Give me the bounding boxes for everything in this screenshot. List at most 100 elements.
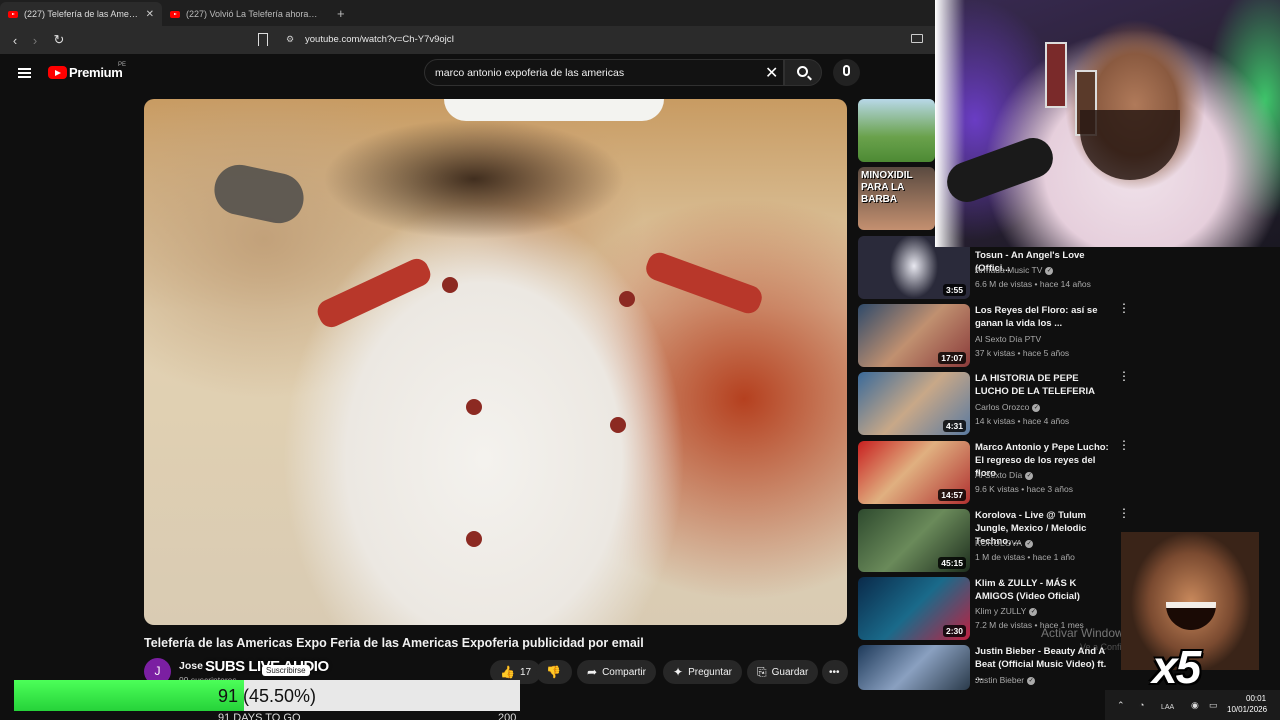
- more-icon[interactable]: ⋮: [1118, 302, 1130, 314]
- back-icon[interactable]: ‹: [5, 33, 25, 48]
- thumbnail-caption: MINOXIDIL PARA LA BARBA: [861, 170, 913, 205]
- logo-text[interactable]: Premium: [69, 65, 123, 80]
- recommendation-channel[interactable]: Al Sexto Día PTV: [975, 334, 1041, 344]
- clear-search-icon[interactable]: ✕: [765, 63, 778, 83]
- thumbs-up-icon: 👍: [500, 665, 515, 679]
- video-title: Telefería de las Americas Expo Feria de …: [144, 636, 644, 650]
- recommendation-meta: 6.6 M de vistas • hace 14 años: [975, 279, 1091, 289]
- forward-icon[interactable]: ›: [25, 33, 45, 48]
- tab-inactive[interactable]: (227) Volvió La Telefería ahora en HD: [162, 2, 327, 26]
- browser-tabbar: (227) Telefería de las Americas ✕ (227) …: [0, 0, 935, 26]
- video-thumbnail[interactable]: 14:57: [858, 441, 970, 504]
- recommendation-meta: 37 k vistas • hace 5 años: [975, 348, 1070, 358]
- duration-badge: 3:55: [942, 284, 966, 296]
- voice-search-button[interactable]: [833, 59, 860, 86]
- video-thumbnail[interactable]: [858, 99, 935, 162]
- video-player[interactable]: [144, 99, 847, 625]
- new-tab-button[interactable]: +: [327, 6, 355, 21]
- channel-label: Justin Bieber: [975, 675, 1025, 685]
- coat-button: [442, 277, 458, 293]
- reload-icon[interactable]: ↻: [49, 32, 69, 48]
- youtube-favicon-icon: [170, 10, 180, 18]
- subscribe-tag: Suscribirse: [262, 665, 310, 676]
- recommendation-channel[interactable]: Justin Bieber ✓: [975, 675, 1036, 685]
- video-thumbnail[interactable]: [858, 645, 970, 690]
- video-thumbnail[interactable]: 2:30: [858, 577, 970, 640]
- more-icon[interactable]: ⋮: [1118, 370, 1130, 382]
- webcam-overlay: [935, 0, 1280, 247]
- video-thumbnail[interactable]: 4:31: [858, 372, 970, 435]
- channel-label: KOROLOVA: [975, 538, 1023, 548]
- ask-button[interactable]: ✦ Preguntar: [663, 660, 742, 684]
- logo-region: PE: [118, 62, 127, 68]
- close-icon[interactable]: ✕: [146, 9, 154, 20]
- share-icon: ➦: [587, 665, 598, 679]
- battery-icon[interactable]: ▭: [1209, 700, 1218, 711]
- search-value: marco antonio expoferia de las americas: [435, 67, 625, 79]
- verified-icon: ✓: [1032, 403, 1041, 412]
- more-icon[interactable]: ⋮: [1118, 439, 1130, 451]
- more-actions-button[interactable]: •••: [822, 660, 848, 684]
- coat-button: [466, 399, 482, 415]
- share-button[interactable]: ➦ Compartir: [577, 660, 656, 684]
- youtube-header: Premium PE marco antonio expoferia de la…: [0, 54, 935, 92]
- clock-date[interactable]: 10/01/2026: [1227, 705, 1267, 714]
- bookmark-icon[interactable]: [258, 33, 268, 46]
- streamer-beard: [1080, 110, 1180, 180]
- volume-icon[interactable]: ◉: [1191, 700, 1199, 711]
- tab-title: (227) Volvió La Telefería ahora en HD: [186, 9, 319, 19]
- chef-collar-left: [313, 254, 435, 332]
- like-count: 17: [519, 666, 532, 678]
- dislike-button[interactable]: 👎: [536, 660, 572, 684]
- windows-activation-watermark: Activar Windows: [1041, 626, 1130, 640]
- recommendation-channel[interactable]: Carlos Orozco ✓: [975, 402, 1041, 412]
- recommendation-title[interactable]: LA HISTORIA DE PEPE LUCHO DE LA TELEFERI…: [975, 372, 1115, 398]
- recommendation-channel[interactable]: KOROLOVA ✓: [975, 538, 1034, 548]
- menu-icon[interactable]: [18, 68, 31, 78]
- youtube-logo-icon[interactable]: [48, 66, 67, 79]
- video-thumbnail[interactable]: 17:07: [858, 304, 970, 367]
- site-info-icon[interactable]: ⚙: [286, 34, 294, 45]
- goal-text: 91 (45.50%): [217, 686, 317, 706]
- chevron-up-icon[interactable]: ⌃: [1117, 700, 1125, 711]
- channel-label: Armada Music TV: [975, 265, 1043, 275]
- video-thumbnail[interactable]: MINOXIDIL PARA LA BARBA: [858, 167, 935, 230]
- tab-active[interactable]: (227) Telefería de las Americas ✕: [0, 2, 162, 26]
- save-button[interactable]: ⎘ Guardar: [747, 660, 819, 684]
- keyboard-language[interactable]: LAA: [1161, 704, 1174, 711]
- thumbs-down-icon: 👎: [546, 665, 561, 679]
- goal-progress-bar: 91 (45.50%): [14, 680, 520, 711]
- channel-name[interactable]: Jose: [179, 660, 203, 672]
- screen: (227) Telefería de las Americas ✕ (227) …: [0, 0, 1280, 720]
- url-field[interactable]: youtube.com/watch?v=Ch-Y7v9ojcI: [305, 34, 454, 45]
- recommendation-meta: 9.6 K vistas • hace 3 años: [975, 484, 1073, 494]
- verified-icon: ✓: [1045, 266, 1054, 275]
- recommendation-title[interactable]: Los Reyes del Floro: así se ganan la vid…: [975, 304, 1115, 330]
- microphone-icon: [843, 65, 850, 76]
- more-icon: •••: [829, 666, 840, 678]
- search-input[interactable]: marco antonio expoferia de las americas …: [424, 59, 784, 86]
- more-icon[interactable]: ⋮: [1118, 507, 1130, 519]
- recommendation-channel[interactable]: Armada Music TV ✓: [975, 265, 1054, 275]
- channel-label: Al Sexto Día PTV: [975, 334, 1042, 344]
- channel-label: Klim y ZULLY: [975, 606, 1027, 616]
- chef-collar-right: [642, 249, 766, 317]
- verified-icon: ✓: [1025, 539, 1034, 548]
- share-label: Compartir: [602, 666, 646, 678]
- ask-label: Preguntar: [688, 666, 732, 678]
- clock-time[interactable]: 00:01: [1246, 694, 1266, 703]
- tab-title: (227) Telefería de las Americas: [24, 9, 140, 19]
- youtube-favicon-icon: [8, 10, 18, 18]
- search-button[interactable]: [784, 59, 822, 86]
- video-thumbnail[interactable]: 45:15: [858, 509, 970, 572]
- chef-hat: [444, 99, 664, 121]
- channel-label: Al Sexto Día: [975, 470, 1023, 480]
- recommendation-channel[interactable]: Al Sexto Día ✓: [975, 470, 1034, 480]
- verified-icon: ✓: [1027, 676, 1036, 685]
- recommendation-title[interactable]: Klim & ZULLY - MÁS K AMIGOS (Video Ofici…: [975, 577, 1115, 603]
- network-icon[interactable]: ◔: [1139, 700, 1144, 710]
- cast-icon[interactable]: [911, 34, 923, 43]
- search-icon: [797, 66, 808, 77]
- coat-button: [619, 291, 635, 307]
- recommendation-channel[interactable]: Klim y ZULLY ✓: [975, 606, 1038, 616]
